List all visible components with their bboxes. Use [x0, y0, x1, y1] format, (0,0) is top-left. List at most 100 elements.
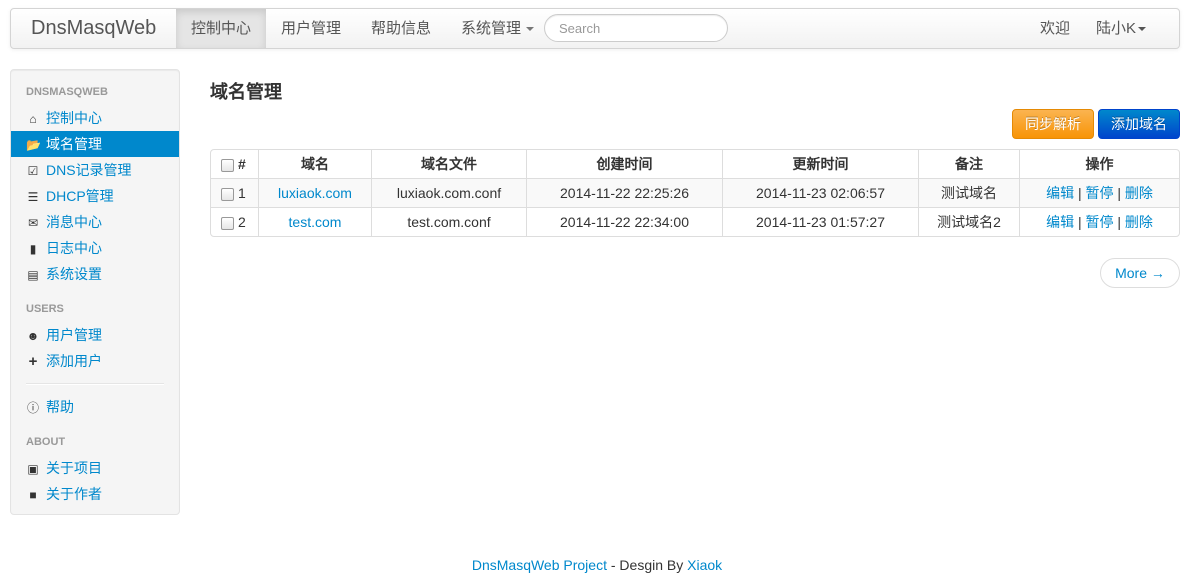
sidebar-item-label: 用户管理 — [46, 327, 102, 343]
created-cell: 2014-11-22 22:34:00 — [526, 207, 722, 236]
pause-link[interactable]: 暂停 — [1086, 185, 1114, 201]
sidebar-item-help[interactable]: ⓘ 帮助 — [11, 394, 179, 420]
sidebar-item-dns-records[interactable]: ☑ DNS记录管理 — [11, 157, 179, 183]
sidebar-item-about-project[interactable]: ▣ 关于项目 — [11, 455, 179, 481]
sidebar-item-messages[interactable]: ✉ 消息中心 — [11, 209, 179, 235]
sidebar-item-label: DNS记录管理 — [46, 162, 132, 178]
folder-open-icon: 📂 — [26, 138, 41, 152]
updated-cell: 2014-11-23 02:06:57 — [722, 178, 918, 207]
select-all-checkbox[interactable] — [221, 158, 234, 172]
sidebar-item-label: 消息中心 — [46, 214, 102, 230]
domain-file-cell: luxiaok.com.conf — [371, 178, 526, 207]
row-checkbox[interactable] — [221, 187, 234, 201]
sidebar-item-label: 关于作者 — [46, 486, 102, 502]
sidebar-item-label: 系统设置 — [46, 266, 102, 282]
row-checkbox[interactable] — [221, 216, 234, 230]
top-navbar: DnsMasqWeb 控制中心 用户管理 帮助信息 系统管理 欢迎 陆小K — [10, 8, 1180, 49]
sidebar-item-label: DHCP管理 — [46, 188, 114, 204]
more-pager-button[interactable]: More → — [1100, 258, 1180, 288]
updated-cell: 2014-11-23 01:57:27 — [722, 207, 918, 236]
sidebar-item-label: 控制中心 — [46, 110, 102, 126]
nav-help[interactable]: 帮助信息 — [356, 9, 446, 48]
table-row: 2 test.com test.com.conf 2014-11-22 22:3… — [211, 207, 1179, 236]
header-select: # — [211, 150, 258, 178]
header-domain: 域名 — [258, 150, 371, 178]
pause-link[interactable]: 暂停 — [1086, 214, 1114, 230]
header-updated: 更新时间 — [722, 150, 918, 178]
sidebar-item-label: 域名管理 — [46, 136, 102, 152]
domain-cell: luxiaok.com — [258, 178, 371, 207]
user-name: 陆小K — [1095, 20, 1136, 37]
delete-link[interactable]: 删除 — [1125, 185, 1153, 201]
envelope-icon: ✉ — [27, 216, 39, 230]
sync-resolve-button[interactable]: 同步解析 — [1012, 109, 1094, 139]
table-header-row: # 域名 域名文件 创建时间 更新时间 备注 操作 — [211, 150, 1179, 178]
stop-icon: ■ — [29, 488, 37, 502]
edit-link[interactable]: 编辑 — [1046, 214, 1074, 230]
sidebar-item-label: 日志中心 — [46, 240, 102, 256]
sidebar-item-logs[interactable]: ▮ 日志中心 — [11, 235, 179, 261]
sidebar-item-dashboard[interactable]: ⌂ 控制中心 — [11, 105, 179, 131]
list-alt-icon: ▤ — [27, 268, 39, 282]
sidebar-divider — [26, 383, 164, 385]
sidebar-item-label: 帮助 — [46, 399, 74, 415]
row-select: 2 — [211, 207, 258, 236]
user-icon: ☻ — [26, 329, 40, 343]
sidebar-item-settings[interactable]: ▤ 系统设置 — [11, 261, 179, 287]
table-row: 1 luxiaok.com luxiaok.com.conf 2014-11-2… — [211, 178, 1179, 207]
plus-icon: + — [28, 353, 38, 370]
page-title: 域名管理 — [210, 82, 282, 102]
header-domain-file: 域名文件 — [371, 150, 526, 178]
user-menu-dropdown[interactable]: 陆小K — [1083, 9, 1159, 48]
delete-link[interactable]: 删除 — [1125, 214, 1153, 230]
row-select: 1 — [211, 178, 258, 207]
add-domain-button[interactable]: 添加域名 — [1098, 109, 1180, 139]
domain-table: # 域名 域名文件 创建时间 更新时间 备注 操作 1 luxiaok.com … — [210, 149, 1180, 237]
nav-system-dropdown[interactable]: 系统管理 — [446, 9, 549, 48]
created-cell: 2014-11-22 22:25:26 — [526, 178, 722, 207]
caret-down-icon — [526, 27, 535, 32]
sidebar-header-users: USERS — [26, 303, 64, 315]
sidebar-item-label: 添加用户 — [46, 353, 102, 369]
main-nav: 控制中心 用户管理 帮助信息 系统管理 — [176, 9, 549, 48]
header-created: 创建时间 — [526, 150, 722, 178]
caret-down-icon — [1138, 27, 1146, 32]
footer: DnsMasqWeb Project - Desgin By Xiaok — [0, 557, 1194, 573]
picture-icon: ▣ — [27, 462, 39, 476]
header-note: 备注 — [918, 150, 1019, 178]
footer-text: - Desgin By — [606, 557, 688, 573]
edit-link[interactable]: 编辑 — [1046, 185, 1074, 201]
nav-system-label: 系统管理 — [461, 20, 522, 37]
sidebar: DNSMASQWEB ⌂ 控制中心 📂 域名管理 ☑ DNS记录管理 ☰ DHCP管理 … — [10, 69, 180, 515]
search-input[interactable] — [544, 14, 728, 42]
check-icon: ☑ — [27, 164, 39, 178]
info-icon: ⓘ — [26, 401, 39, 415]
sidebar-header-dnsmasqweb: DNSMASQWEB — [26, 86, 108, 98]
domain-link[interactable]: luxiaok.com — [278, 185, 352, 201]
user-nav: 欢迎 陆小K — [1027, 9, 1159, 48]
file-icon: ▮ — [29, 242, 37, 256]
note-cell: 测试域名 — [918, 178, 1019, 207]
nav-dashboard[interactable]: 控制中心 — [176, 9, 267, 48]
sidebar-item-add-user[interactable]: + 添加用户 — [11, 348, 179, 374]
domain-link[interactable]: test.com — [289, 214, 342, 230]
domain-file-cell: test.com.conf — [371, 207, 526, 236]
sidebar-item-domains[interactable]: 📂 域名管理 — [11, 131, 179, 157]
sidebar-item-dhcp[interactable]: ☰ DHCP管理 — [11, 183, 179, 209]
sidebar-item-about-author[interactable]: ■ 关于作者 — [11, 481, 179, 507]
sidebar-item-user-manage[interactable]: ☻ 用户管理 — [11, 322, 179, 348]
sidebar-header-about: ABOUT — [26, 436, 66, 448]
note-cell: 测试域名2 — [918, 207, 1019, 236]
footer-project-link[interactable]: DnsMasqWeb Project — [472, 557, 607, 573]
actions-cell: 编辑 | 暂停 | 删除 — [1019, 178, 1179, 207]
list-icon: ☰ — [27, 190, 39, 204]
domain-cell: test.com — [258, 207, 371, 236]
nav-users[interactable]: 用户管理 — [266, 9, 356, 48]
footer-author-link[interactable]: Xiaok — [687, 557, 722, 573]
welcome-text: 欢迎 — [1039, 20, 1070, 37]
sidebar-item-label: 关于项目 — [46, 460, 102, 476]
brand-logo[interactable]: DnsMasqWeb — [31, 17, 156, 40]
actions-cell: 编辑 | 暂停 | 删除 — [1019, 207, 1179, 236]
home-icon: ⌂ — [29, 112, 37, 126]
header-actions: 操作 — [1019, 150, 1179, 178]
